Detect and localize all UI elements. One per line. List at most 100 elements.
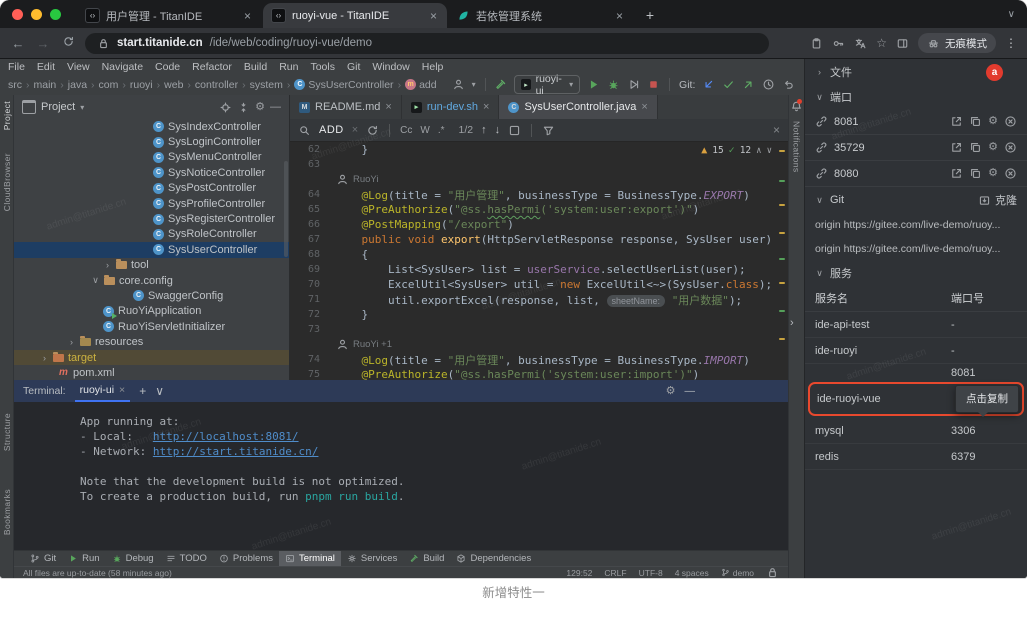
prev-problem-icon[interactable]: ∧: [756, 146, 761, 156]
port-settings-gear-icon[interactable]: ⚙: [988, 116, 998, 127]
match-case-toggle[interactable]: Cc: [400, 125, 412, 136]
address-bar[interactable]: start.titanide.cn/ide/web/coding/ruoyi-v…: [85, 33, 769, 54]
stripe-item-structure[interactable]: Structure: [2, 413, 12, 451]
menu-help[interactable]: Help: [416, 61, 450, 73]
git-remote-url[interactable]: origin https://gitee.com/live-demo/ruoy.…: [805, 237, 1027, 261]
browser-tab[interactable]: ‹›ruoyi-vue - TitanIDE×: [263, 3, 447, 28]
locate-file-icon[interactable]: [219, 101, 232, 114]
user-caret-icon[interactable]: ▾: [472, 80, 476, 89]
browser-menu-kebab-icon[interactable]: ⋮: [1005, 36, 1017, 50]
tree-chevron-icon[interactable]: ∨: [91, 275, 100, 286]
toolwindow-debug[interactable]: Debug: [106, 551, 160, 566]
error-stripe[interactable]: [779, 142, 785, 380]
line-ending[interactable]: CRLF: [604, 568, 626, 578]
toolwindow-todo[interactable]: TODO: [160, 551, 213, 566]
clear-find-icon[interactable]: ×: [352, 124, 358, 136]
toolwindow-build[interactable]: Build: [403, 551, 450, 566]
readonly-lock-icon[interactable]: [766, 566, 779, 578]
menu-run[interactable]: Run: [273, 61, 304, 73]
tree-item-sysmenucontroller[interactable]: CSysMenuController: [14, 150, 289, 165]
tree-chevron-icon[interactable]: ›: [103, 260, 112, 270]
tree-item-target[interactable]: ›target: [14, 350, 289, 365]
clipboard-icon[interactable]: [810, 37, 823, 50]
user-profile-icon[interactable]: [452, 78, 465, 91]
breadcrumb-item[interactable]: madd: [404, 79, 438, 91]
tree-item-ruoyiservletinitializer[interactable]: CRuoYiServletInitializer: [14, 319, 289, 334]
terminal-tab[interactable]: ruoyi-ui ×: [75, 380, 131, 402]
breadcrumb-item[interactable]: main: [33, 79, 58, 91]
close-find-icon[interactable]: ×: [773, 123, 780, 137]
service-row-ide-ruoyi-vue[interactable]: ide-ruoyi-vue点击复制: [808, 382, 1024, 416]
editor-tab[interactable]: MREADME.md×: [290, 95, 402, 119]
copy-icon[interactable]: [969, 115, 982, 128]
new-tab-button[interactable]: +: [639, 4, 661, 26]
tree-item-syspostcontroller[interactable]: CSysPostController: [14, 181, 289, 196]
new-terminal-button[interactable]: +: [139, 384, 146, 398]
find-search-icon[interactable]: [298, 124, 311, 137]
close-tab-icon[interactable]: ×: [614, 9, 625, 23]
copy-icon[interactable]: [969, 141, 982, 154]
password-key-icon[interactable]: [832, 37, 845, 50]
toolwindow-services[interactable]: Services: [341, 551, 403, 566]
service-row-ide-api-test[interactable]: ide-api-test-: [805, 312, 1027, 338]
run-button[interactable]: [587, 78, 600, 91]
close-window-button[interactable]: [12, 9, 23, 20]
xcircle-icon[interactable]: [1004, 167, 1017, 180]
side-panel-icon[interactable]: [896, 37, 909, 50]
tree-scrollbar[interactable]: [284, 161, 288, 257]
tree-item-syslogincontroller[interactable]: CSysLoginController: [14, 134, 289, 149]
service-row-redis[interactable]: redis6379: [805, 444, 1027, 470]
tree-item-sysusercontroller[interactable]: CSysUserController: [14, 242, 289, 257]
xcircle-icon[interactable]: [1004, 141, 1017, 154]
tree-item-sysprofilecontroller[interactable]: CSysProfileController: [14, 196, 289, 211]
ports-section-header[interactable]: ∨ 端口: [805, 85, 1027, 109]
service-row-ide-ruoyi[interactable]: ide-ruoyi-: [805, 338, 1027, 364]
collapse-all-icon[interactable]: [237, 101, 250, 114]
tree-item-sysindexcontroller[interactable]: CSysIndexController: [14, 119, 289, 134]
tree-item-tool[interactable]: ›tool: [14, 258, 289, 273]
terminal-link[interactable]: http://start.titanide.cn/: [153, 445, 319, 458]
service-row[interactable]: 8081: [805, 364, 1027, 381]
xcircle-icon[interactable]: [1004, 115, 1017, 128]
avatar-badge[interactable]: a: [986, 64, 1003, 81]
breadcrumb-item[interactable]: ruoyi: [129, 79, 154, 91]
toolwindow-git[interactable]: Git: [24, 551, 62, 566]
menu-navigate[interactable]: Navigate: [96, 61, 149, 73]
debug-button[interactable]: [607, 78, 620, 91]
breadcrumb-item[interactable]: system: [249, 79, 284, 91]
forward-icon[interactable]: →: [35, 36, 51, 51]
caret-position[interactable]: 129:52: [566, 568, 592, 578]
close-terminal-tab-icon[interactable]: ×: [119, 384, 125, 396]
external-icon[interactable]: [950, 115, 963, 128]
minimize-window-button[interactable]: [31, 9, 42, 20]
git-branch-widget[interactable]: demo: [721, 568, 754, 578]
tree-item-pom-xml[interactable]: mpom.xml: [14, 365, 289, 380]
close-tab-icon[interactable]: ×: [242, 9, 253, 23]
menu-edit[interactable]: Edit: [31, 61, 61, 73]
breadcrumb-item[interactable]: CSysUserController: [293, 79, 394, 91]
next-match-icon[interactable]: ↓: [495, 124, 501, 136]
menu-build[interactable]: Build: [238, 61, 273, 73]
reload-icon[interactable]: [60, 35, 76, 51]
tree-item-swaggerconfig[interactable]: CSwaggerConfig: [14, 288, 289, 303]
external-icon[interactable]: [950, 167, 963, 180]
build-hammer-icon[interactable]: [494, 78, 507, 91]
git-commit-icon[interactable]: [722, 78, 735, 91]
browser-tab[interactable]: ‹›用户管理 - TitanIDE×: [77, 3, 261, 28]
panel-collapse-handle-icon[interactable]: ›: [790, 317, 794, 329]
tree-item-resources[interactable]: ›resources: [14, 334, 289, 349]
vcs-status-text[interactable]: All files are up-to-date (58 minutes ago…: [23, 568, 172, 578]
inspections-widget[interactable]: ▲ 15 ✓ 12 ∧ ∨: [701, 145, 772, 156]
stripe-item-cloudbrowser[interactable]: CloudBrowser: [2, 153, 12, 211]
history-clock-icon[interactable]: [762, 78, 775, 91]
back-icon[interactable]: ←: [10, 36, 26, 51]
project-panel-title[interactable]: Project: [41, 101, 75, 113]
stripe-item-bookmarks[interactable]: Bookmarks: [2, 489, 12, 535]
toolwindow-problems[interactable]: Problems: [213, 551, 279, 566]
tree-item-core-config[interactable]: ∨core.config: [14, 273, 289, 288]
next-problem-icon[interactable]: ∨: [767, 146, 772, 156]
regex-toggle[interactable]: .*: [438, 125, 445, 136]
words-toggle[interactable]: W: [420, 125, 429, 136]
tree-chevron-icon[interactable]: ›: [67, 337, 76, 347]
menu-view[interactable]: View: [61, 61, 96, 73]
